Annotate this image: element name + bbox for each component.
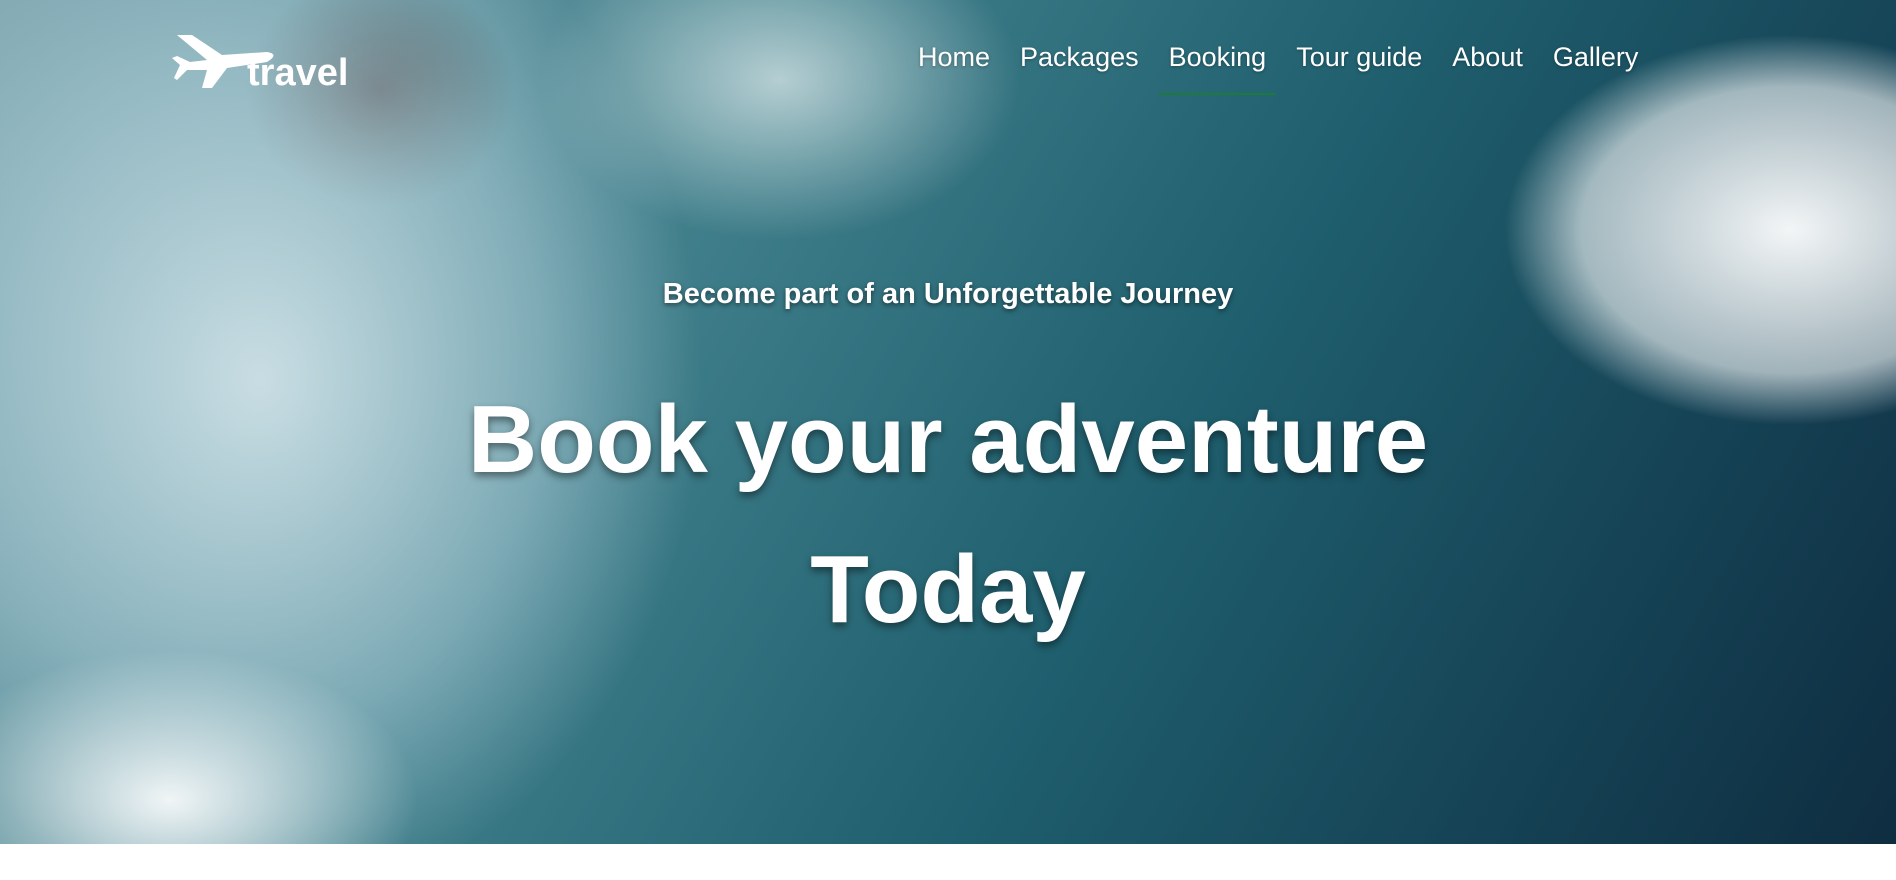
hero-title-line-2: Today bbox=[810, 536, 1086, 643]
nav-gallery[interactable]: Gallery bbox=[1553, 42, 1639, 81]
nav-booking[interactable]: Booking bbox=[1158, 42, 1276, 95]
nav-packages[interactable]: Packages bbox=[1020, 42, 1139, 81]
main-nav: Home Packages Booking Tour guide About G… bbox=[918, 42, 1639, 95]
hero-background: travel Home Packages Booking Tour guide … bbox=[0, 0, 1896, 844]
hero-title: Book your adventure Today bbox=[0, 365, 1896, 665]
logo-text: travel bbox=[247, 52, 349, 94]
logo[interactable]: travel bbox=[172, 30, 372, 100]
nav-about[interactable]: About bbox=[1452, 42, 1523, 81]
hero-title-line-1: Book your adventure bbox=[467, 386, 1429, 493]
hero-subtitle: Become part of an Unforgettable Journey bbox=[662, 278, 1234, 310]
nav-home[interactable]: Home bbox=[918, 42, 990, 81]
nav-tour-guide[interactable]: Tour guide bbox=[1296, 42, 1422, 81]
